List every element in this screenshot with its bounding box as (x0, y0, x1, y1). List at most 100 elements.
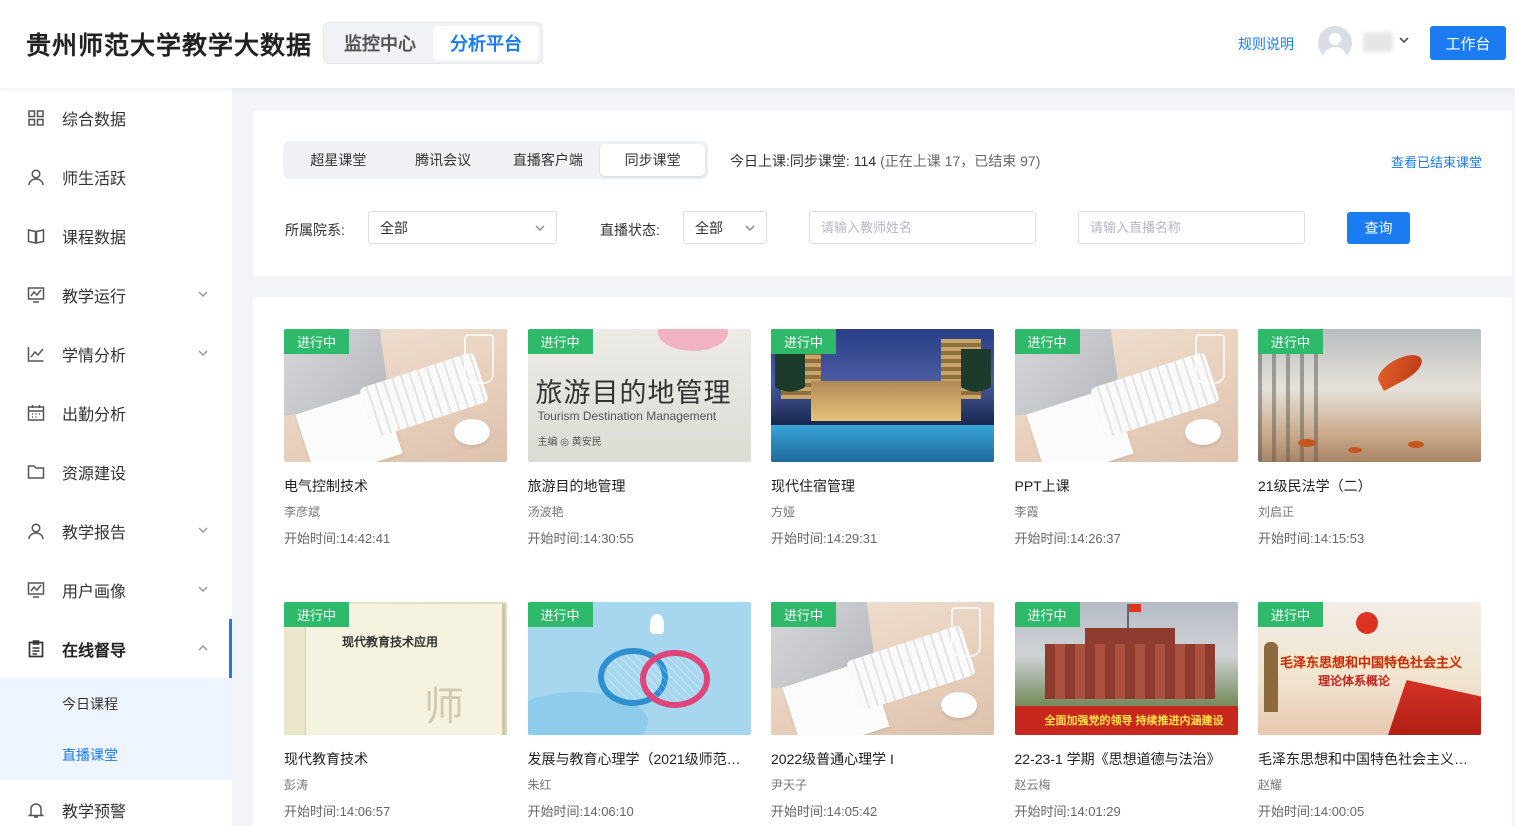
status-badge: 进行中 (527, 329, 593, 354)
thumb-book-subtitle: Tourism Destination Management (537, 409, 717, 423)
start-time-value: 14:29:31 (826, 531, 878, 546)
chevron-down-icon (535, 225, 545, 231)
user-report-icon (28, 522, 44, 539)
sidebar-subitem-live-classroom[interactable]: 直播课堂 (0, 729, 232, 780)
sidebar-submenu: 今日课程 直播课堂 (0, 678, 232, 780)
sidebar-nav: 综合数据 师生活跃 课程数据教学运行学情分析出勤分析资源建设 教学报告 用户画像 在线督导 (0, 88, 232, 678)
course-thumbnail[interactable]: 进行中 (1258, 329, 1481, 462)
start-time-value: 14:06:10 (583, 804, 634, 819)
course-title[interactable]: 发展与教育心理学（2021级师范生） (528, 750, 751, 768)
switch-analysis-platform[interactable]: 分析平台 (433, 26, 539, 60)
course-grid: 进行中 电气控制技术 李彦斌 开始时间:14:42:41 进行中 旅游目的地管理 Touri… (253, 297, 1512, 826)
course-card[interactable]: 进行中 21级民法学（二） 刘启正 开始时间:14:15:53 (1258, 329, 1481, 547)
status-badge: 进行中 (771, 602, 837, 627)
course-thumbnail[interactable]: 进行中 全面加强党的领导 持续推进内涵建设 (1014, 602, 1238, 735)
tab-live-client[interactable]: 直播客户端 (496, 144, 601, 176)
course-thumbnail[interactable]: 进行中 (527, 602, 751, 735)
course-card[interactable]: 进行中 2022级普通心理学 I 尹天子 开始时间:14:05:42 (771, 602, 994, 820)
course-start-time: 开始时间:14:30:55 (528, 530, 751, 547)
course-thumbnail[interactable]: 进行中 现代教育技术应用师 (284, 602, 507, 735)
thumb-title-line2: 理论体系概论 (1318, 674, 1391, 688)
sidebar-item-online-supervision[interactable]: 在线督导 (0, 619, 232, 678)
course-title[interactable]: 21级民法学（二） (1258, 477, 1481, 495)
sidebar-item-label: 出勤分析 (62, 406, 127, 424)
chevron-down-icon[interactable] (196, 346, 210, 360)
live-status-select[interactable]: 全部 (683, 211, 767, 244)
thumb-book-mark: 师 (424, 684, 464, 730)
status-badge: 进行中 (1258, 602, 1324, 627)
course-card[interactable]: 进行中 PPT上课 李霞 开始时间:14:26:37 (1014, 329, 1238, 547)
chevron-down-icon[interactable] (196, 582, 210, 596)
course-title[interactable]: 电气控制技术 (284, 477, 507, 495)
start-time-label: 开始时间: (1258, 531, 1314, 546)
avatar[interactable] (1318, 26, 1352, 60)
tab-tencent-meeting[interactable]: 腾讯会议 (391, 144, 496, 176)
sidebar-item-teaching-report[interactable]: 教学报告 (0, 501, 232, 560)
query-button[interactable]: 查询 (1347, 212, 1410, 244)
live-status-label: 直播状态: (600, 222, 660, 238)
sidebar-item-learning-analysis[interactable]: 学情分析 (0, 324, 232, 383)
thumb-book-title: 旅游目的地管理 (535, 378, 732, 409)
course-title[interactable]: 现代住宿管理 (771, 477, 994, 495)
sidebar-item-teaching-operation[interactable]: 教学运行 (0, 265, 232, 324)
department-select[interactable]: 全部 (368, 211, 557, 244)
calendar-icon (27, 404, 45, 421)
switch-monitor-center[interactable]: 监控中心 (327, 26, 433, 60)
start-time-value: 14:15:53 (1313, 531, 1365, 546)
workbench-button[interactable]: 工作台 (1430, 26, 1506, 60)
today-class-stat: 今日上课:同步课堂: 114 (正在上课 17，已结束 97) (730, 151, 1040, 171)
sidebar-item-user-portrait[interactable]: 用户画像 (0, 560, 232, 619)
course-teacher: 彭涛 (284, 778, 309, 792)
course-start-time: 开始时间:14:01:29 (1015, 803, 1238, 820)
teacher-name-input[interactable] (809, 211, 1036, 244)
sidebar-item-resource-building[interactable]: 资源建设 (0, 442, 232, 501)
sidebar-item-overview-data[interactable]: 综合数据 (0, 88, 232, 147)
course-start-time: 开始时间:14:05:42 (771, 803, 994, 820)
rules-link[interactable]: 规则说明 (1238, 34, 1294, 54)
course-title[interactable]: 22-23-1 学期《思想道德与法治》 (1015, 750, 1238, 768)
today-stat-detail: (正在上课 17，已结束 97) (880, 153, 1041, 169)
sidebar-item-teacher-student-activity[interactable]: 师生活跃 (0, 147, 232, 206)
chevron-down-icon[interactable] (1398, 34, 1410, 46)
username-blurred[interactable] (1363, 32, 1393, 52)
course-teacher: 赵云梅 (1014, 778, 1051, 792)
course-title[interactable]: 现代教育技术 (284, 750, 507, 768)
chevron-down-icon[interactable] (196, 523, 210, 537)
sidebar-subitem-today-courses[interactable]: 今日课程 (0, 678, 232, 729)
start-time-label: 开始时间: (284, 531, 340, 546)
view-ended-classes-link[interactable]: 查看已结束课堂 (1391, 152, 1482, 171)
course-card[interactable]: 进行中 发展与教育心理学（2021级师范生） 朱红 开始时间:14:06:10 (527, 602, 751, 820)
tab-sync-classroom[interactable]: 同步课堂 (600, 144, 705, 176)
course-title[interactable]: 旅游目的地管理 (528, 477, 751, 495)
course-card[interactable]: 进行中毛泽东思想和中国特色社会主义理论体系概论毛泽东思想和中国特色社会主义理论体… (1258, 602, 1481, 820)
course-card[interactable]: 进行中 现代教育技术应用师现代教育技术 彭涛 开始时间:14:06:57 (284, 602, 507, 820)
tab-chaoxing-classroom[interactable]: 超星课堂 (286, 144, 391, 176)
course-start-time: 开始时间:14:42:41 (284, 530, 507, 547)
course-thumbnail[interactable]: 进行中旅游目的地管理 Tourism Destination Management… (527, 329, 751, 462)
course-thumbnail[interactable]: 进行中 (1014, 329, 1238, 462)
course-thumbnail[interactable]: 进行中 (771, 329, 994, 462)
course-card[interactable]: 进行中 全面加强党的领导 持续推进内涵建设 22-23-1 学期《思想道德与法治》赵… (1014, 602, 1238, 820)
chevron-down-icon[interactable] (196, 287, 210, 301)
sidebar-item-label: 教学运行 (62, 288, 127, 306)
course-title[interactable]: 2022级普通心理学 I (771, 750, 994, 768)
course-title[interactable]: 毛泽东思想和中国特色社会主义理论体系概论 (1258, 750, 1481, 768)
sidebar-item-teaching-warning[interactable]: 教学预警 (0, 780, 232, 826)
sidebar-item-course-data[interactable]: 课程数据 (0, 206, 232, 265)
course-title[interactable]: PPT上课 (1015, 477, 1238, 495)
sidebar-item-attendance-analysis[interactable]: 出勤分析 (0, 383, 232, 442)
course-thumbnail[interactable]: 进行中 (771, 602, 994, 735)
course-card[interactable]: 进行中 电气控制技术 李彦斌 开始时间:14:42:41 (284, 329, 507, 547)
start-time-value: 14:06:57 (339, 804, 391, 819)
filter-panel: 超星课堂 腾讯会议 直播客户端 同步课堂 今日上课:同步课堂: 114 (正在上课 … (253, 111, 1512, 276)
course-start-time: 开始时间:14:00:05 (1258, 803, 1481, 820)
course-start-time: 开始时间:14:26:37 (1015, 530, 1238, 547)
live-name-input[interactable] (1078, 211, 1305, 244)
course-card[interactable]: 进行中 旅游目的地管理 Tourism Destination Management… (527, 329, 751, 547)
course-thumbnail[interactable]: 进行中 (284, 329, 507, 462)
start-time-label: 开始时间: (527, 531, 584, 546)
course-card[interactable]: 进行中 现代住宿管理 方娅 开始时间:14:29:31 (771, 329, 994, 547)
today-stat-count: 114 (853, 153, 877, 169)
chevron-up-icon[interactable] (196, 641, 210, 655)
course-thumbnail[interactable]: 进行中 毛泽东思想和中国特色社会主义 理论体系概论 (1258, 602, 1481, 735)
